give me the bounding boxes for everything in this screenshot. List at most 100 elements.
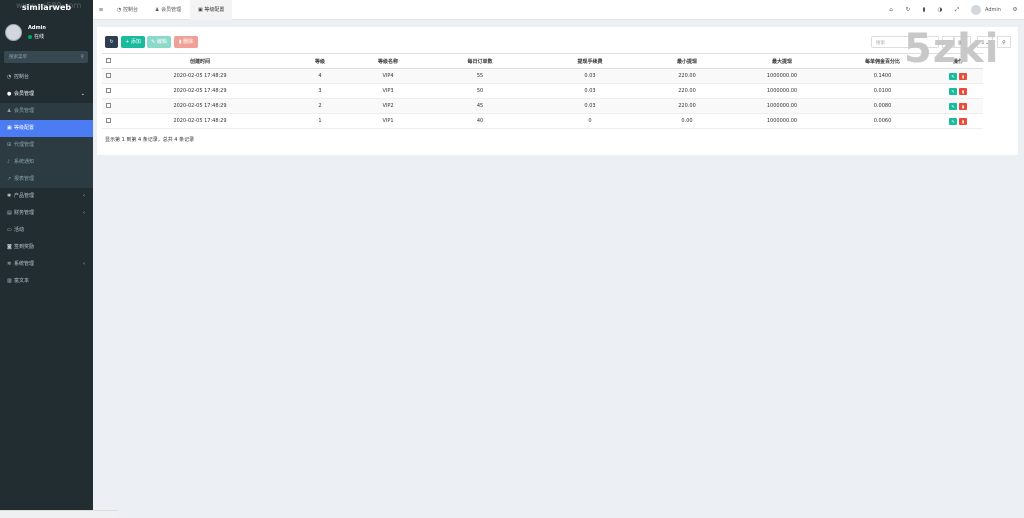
cell-min-withdraw: 220.00 — [642, 98, 732, 114]
cell-daily-orders: 40 — [422, 113, 538, 129]
chart-line-icon: ↗ — [7, 176, 12, 182]
col-max-withdraw[interactable]: 最大提现 — [732, 53, 832, 69]
table-search-placeholder: 搜索 — [876, 41, 885, 46]
table-row[interactable]: 2020-02-05 17:48:29 3 VIP3 50 0.03 220.0… — [102, 83, 983, 99]
col-daily-orders[interactable]: 每日订单数 — [422, 53, 538, 69]
user-circle-icon: ● — [7, 91, 12, 97]
row-delete-button[interactable]: ▮ — [959, 87, 967, 95]
refresh-button[interactable]: ↻ — [105, 36, 118, 48]
cell-withdraw-fee: 0.03 — [538, 98, 642, 114]
sidebar-item-finance[interactable]: ▤ 财务管理 ‹ — [0, 205, 93, 222]
sidebar-item-label: 系统管理 — [14, 261, 35, 267]
cell-level: 4 — [286, 68, 354, 84]
chevron-left-icon: ‹ — [83, 210, 85, 216]
tab-label: 等级配置 — [204, 7, 225, 13]
gear-icon: ✱ — [7, 193, 12, 199]
cell-created-time: 2020-02-05 17:48:29 — [114, 98, 286, 114]
sidebar-item-label: 等级配置 — [14, 125, 35, 131]
sidebar-item-signin-reward[interactable]: ◙ 签到奖励 — [0, 239, 93, 256]
cell-level: 2 — [286, 98, 354, 114]
row-checkbox[interactable] — [105, 73, 111, 78]
sidebar-item-label: 会员管理 — [14, 108, 35, 114]
table-row[interactable]: 2020-02-05 17:48:29 2 VIP2 45 0.03 220.0… — [102, 98, 983, 114]
refresh-icon[interactable]: ↻ — [903, 0, 913, 20]
wallet-icon: ▤ — [7, 210, 12, 216]
hamburger-menu-icon[interactable]: ≡ — [96, 0, 106, 20]
col-min-withdraw[interactable]: 最小提现 — [642, 53, 732, 69]
sidebar-item-label: 报表管理 — [14, 176, 35, 182]
select-all-cell — [102, 53, 114, 69]
cell-level: 1 — [286, 113, 354, 129]
sidebar-item-dashboard[interactable]: ◔ 控制台 — [0, 69, 93, 86]
settings-icon[interactable]: ⚙ — [1010, 0, 1020, 20]
add-button[interactable]: + 添加 — [121, 36, 145, 48]
row-checkbox-cell — [102, 68, 114, 84]
refresh-icon: ↻ — [109, 39, 114, 45]
cell-withdraw-fee: 0 — [538, 113, 642, 129]
row-checkbox[interactable] — [105, 118, 111, 123]
sidebar-item-label: 签到奖励 — [14, 244, 35, 250]
cell-commission: 0.0080 — [832, 98, 933, 114]
col-withdraw-fee[interactable]: 提现手续费 — [538, 53, 642, 69]
sidebar-item-system[interactable]: ✲ 系统管理 ‹ — [0, 256, 93, 273]
sidebar-item-activity[interactable]: ▭ 活动 — [0, 222, 93, 239]
user-icon: ♟ — [7, 108, 12, 114]
row-edit-button[interactable]: ✎ — [949, 117, 957, 125]
tab-level-config[interactable]: ▣ 等级配置 — [190, 0, 233, 20]
edit-button[interactable]: ✎ 编辑 — [147, 36, 171, 48]
search-icon[interactable]: ⚲ — [80, 54, 84, 60]
delete-button[interactable]: ▮ 删除 — [174, 36, 198, 48]
file-icon: ▥ — [7, 278, 12, 284]
sidebar-item-members[interactable]: ● 会员管理 ⌄ — [0, 86, 93, 103]
sidebar-item-label: 财务管理 — [14, 210, 35, 216]
sidebar-item-reports[interactable]: ↗ 报表管理 — [0, 171, 93, 188]
cell-daily-orders: 45 — [422, 98, 538, 114]
cell-actions: ✎ ▮ — [933, 113, 983, 129]
fullscreen-icon[interactable]: ⤢ — [952, 0, 962, 20]
tab-members[interactable]: ♟ 会员管理 — [149, 0, 187, 20]
row-edit-button[interactable]: ✎ — [949, 87, 957, 95]
row-delete-button[interactable]: ▮ — [959, 72, 967, 80]
row-checkbox-cell — [102, 83, 114, 99]
row-delete-button[interactable]: ▮ — [959, 102, 967, 110]
row-edit-button[interactable]: ✎ — [949, 72, 957, 80]
table-row[interactable]: 2020-02-05 17:48:29 4 VIP4 55 0.03 220.0… — [102, 68, 983, 84]
avatar — [5, 24, 22, 41]
row-checkbox[interactable] — [105, 88, 111, 93]
gift-icon: ◙ — [7, 244, 12, 250]
admin-avatar[interactable] — [971, 5, 981, 15]
cell-max-withdraw: 1000000.00 — [732, 98, 832, 114]
sidebar-item-products[interactable]: ✱ 产品管理 ‹ — [0, 188, 93, 205]
language-icon[interactable]: ◑ — [935, 0, 945, 20]
sidebar-search-input[interactable]: 搜索菜单 ⚲ — [4, 51, 88, 63]
col-level[interactable]: 等级 — [286, 53, 354, 69]
sidebar-search-placeholder: 搜索菜单 — [9, 55, 27, 60]
sidebar: www.ys589.com similarweb Admin 在线 搜索菜单 ⚲… — [0, 0, 93, 518]
sidebar-item-notifications[interactable]: ♪ 系统通知 — [0, 154, 93, 171]
sidebar-item-level-config[interactable]: ▣ 等级配置 — [0, 120, 93, 137]
col-created-time[interactable]: 创建时间 — [114, 53, 286, 69]
tab-label: 会员管理 — [161, 7, 182, 13]
row-delete-button[interactable]: ▮ — [959, 117, 967, 125]
row-checkbox[interactable] — [105, 103, 111, 108]
trash-icon[interactable]: ▮ — [919, 0, 929, 20]
col-level-name[interactable]: 等级名称 — [354, 53, 422, 69]
cell-level-name: VIP2 — [354, 98, 422, 114]
table-row[interactable]: 2020-02-05 17:48:29 1 VIP1 40 0 0.00 100… — [102, 113, 983, 129]
level-table: 创建时间 等级 等级名称 每日订单数 提现手续费 最小提现 最大提现 每单佣金百… — [102, 53, 983, 129]
sidebar-item-agents[interactable]: ⊞ 代理管理 — [0, 137, 93, 154]
cell-level-name: VIP3 — [354, 83, 422, 99]
admin-name[interactable]: Admin — [985, 0, 1001, 20]
cell-commission: 0.0100 — [832, 83, 933, 99]
sidebar-item-richtext[interactable]: ▥ 富文本 — [0, 273, 93, 290]
sidebar-item-label: 产品管理 — [14, 193, 35, 199]
row-checkbox-cell — [102, 113, 114, 129]
home-icon[interactable]: ⌂ — [886, 0, 896, 20]
cell-created-time: 2020-02-05 17:48:29 — [114, 68, 286, 84]
dashboard-icon: ◔ — [7, 74, 12, 80]
row-edit-button[interactable]: ✎ — [949, 102, 957, 110]
sidebar-item-member-manage[interactable]: ♟ 会员管理 — [0, 103, 93, 120]
logo[interactable]: www.ys589.com similarweb — [0, 0, 93, 20]
tab-dashboard[interactable]: ◔ 控制台 — [111, 0, 144, 20]
select-all-checkbox[interactable] — [105, 58, 111, 63]
